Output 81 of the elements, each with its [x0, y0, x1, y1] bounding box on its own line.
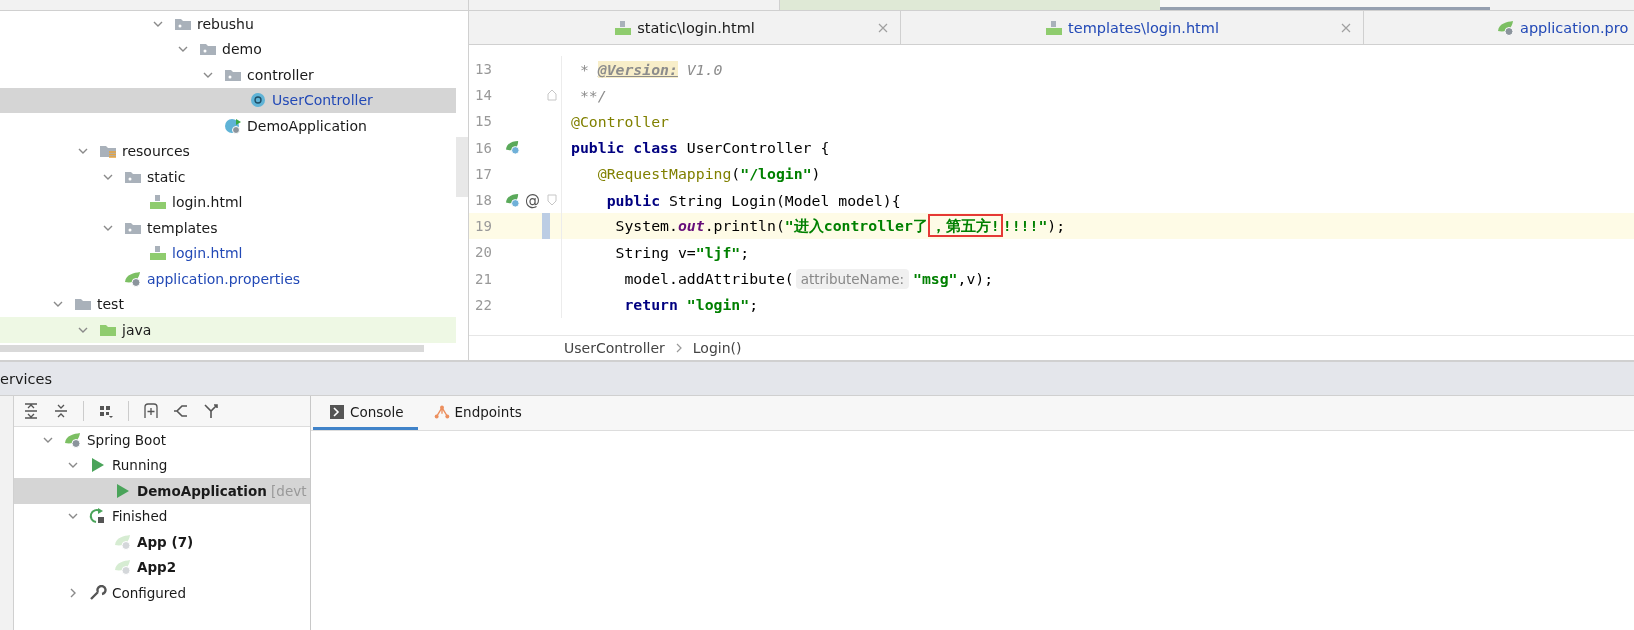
- spring-leaf-icon: [64, 431, 82, 448]
- code-line: @Controller: [570, 111, 669, 132]
- html-file-icon: [149, 194, 167, 211]
- html-file-icon: [149, 245, 167, 262]
- resources-folder-icon: [99, 143, 117, 160]
- code-line: return "login";: [623, 295, 759, 316]
- tree-item[interactable]: java: [0, 317, 456, 343]
- tree-item[interactable]: DemoApplication: [0, 113, 456, 139]
- line-number: 21: [474, 270, 493, 287]
- html-file-icon: [614, 19, 633, 36]
- tree-item[interactable]: templates: [0, 215, 456, 241]
- fork-icon[interactable]: [203, 403, 219, 419]
- line-number: 19: [474, 218, 493, 235]
- line-number: 18: [474, 192, 493, 209]
- line-number: 17: [474, 165, 493, 182]
- tree-item[interactable]: UserController: [0, 87, 456, 113]
- tree-item[interactable]: application.properties: [0, 266, 456, 292]
- spring-bean-icon[interactable]: [505, 192, 520, 208]
- close-icon[interactable]: [878, 22, 888, 33]
- close-icon[interactable]: [1341, 22, 1351, 33]
- branch-icon[interactable]: [173, 403, 189, 419]
- wrench-icon: [89, 584, 107, 601]
- class-icon: [249, 92, 267, 109]
- html-file-icon: [1045, 19, 1064, 36]
- line-number: 20: [474, 244, 493, 261]
- chevron-icon: [674, 342, 683, 354]
- code-line: public String Login(Model model){: [605, 190, 901, 211]
- spring-class-icon: [224, 117, 242, 134]
- code-line: String v="ljf";: [614, 242, 750, 263]
- scrollbar[interactable]: [456, 137, 468, 197]
- line-number: 13: [474, 61, 493, 78]
- rerun-icon: [89, 508, 107, 525]
- tree-item[interactable]: login.html: [0, 189, 456, 215]
- add-icon[interactable]: [143, 403, 159, 419]
- code-line: **/: [578, 85, 607, 106]
- tree-item[interactable]: Configured: [14, 580, 310, 606]
- tab[interactable]: Endpoints: [417, 396, 536, 430]
- tree-item[interactable]: static: [0, 164, 456, 190]
- spring-leaf-icon: [114, 533, 132, 550]
- code-line: public class UserController {: [570, 138, 830, 159]
- tree-item[interactable]: App2: [14, 554, 310, 580]
- spring-leaf-icon: [114, 559, 132, 576]
- tree-item[interactable]: Spring Boot: [14, 427, 310, 453]
- line-number: 16: [474, 139, 493, 156]
- change-marker[interactable]: [542, 213, 550, 240]
- tree-item[interactable]: test: [0, 291, 456, 317]
- mapping-marker[interactable]: @: [525, 191, 540, 210]
- line-number: 15: [474, 113, 493, 130]
- breadcrumb-item[interactable]: UserController: [564, 340, 665, 356]
- breadcrumb-item[interactable]: Login(): [692, 340, 742, 356]
- tree-item[interactable]: App (7): [14, 529, 310, 555]
- code-line: @RequestMapping("/login"): [596, 164, 821, 185]
- code-line: * @Version: V1.0: [578, 59, 723, 80]
- tree-item[interactable]: DemoApplication [devt: [14, 478, 310, 504]
- tree-item[interactable]: resources: [0, 138, 456, 164]
- code-line: model.addAttribute( attributeName: "msg",v);: [623, 268, 994, 291]
- console-icon: [329, 403, 345, 420]
- spring-bean-icon[interactable]: [505, 140, 520, 156]
- tab[interactable]: Console: [313, 396, 418, 430]
- scrollbar[interactable]: [0, 344, 424, 352]
- grid-icon[interactable]: [98, 403, 114, 419]
- spring-leaf-icon: [124, 270, 142, 287]
- line-number: 14: [474, 87, 493, 104]
- folder-icon: [199, 41, 217, 58]
- endpoints-icon: [433, 403, 450, 420]
- folder-icon: [74, 296, 92, 313]
- line-number: 22: [474, 296, 493, 313]
- tree-item[interactable]: demo: [0, 36, 456, 62]
- tree-item[interactable]: login.html: [0, 240, 456, 266]
- editor-tab[interactable]: templates\login.html: [901, 11, 1364, 44]
- collapse-all-icon[interactable]: [53, 403, 69, 419]
- tool-window-title: ervices: [0, 370, 52, 387]
- editor-tab[interactable]: static\login.html: [469, 11, 901, 44]
- code-line: System.out.println("进入controller了 ，第五方! !!!!");: [562, 213, 1066, 239]
- tree-item[interactable]: Running: [14, 452, 310, 478]
- tree-item[interactable]: Finished: [14, 503, 310, 529]
- spring-leaf-icon: [1497, 19, 1515, 36]
- tree-item[interactable]: controller: [0, 62, 456, 88]
- editor-tab[interactable]: application.pro: [1364, 11, 1634, 44]
- tree-item[interactable]: rebushu: [0, 11, 456, 37]
- expand-all-icon[interactable]: [23, 403, 39, 419]
